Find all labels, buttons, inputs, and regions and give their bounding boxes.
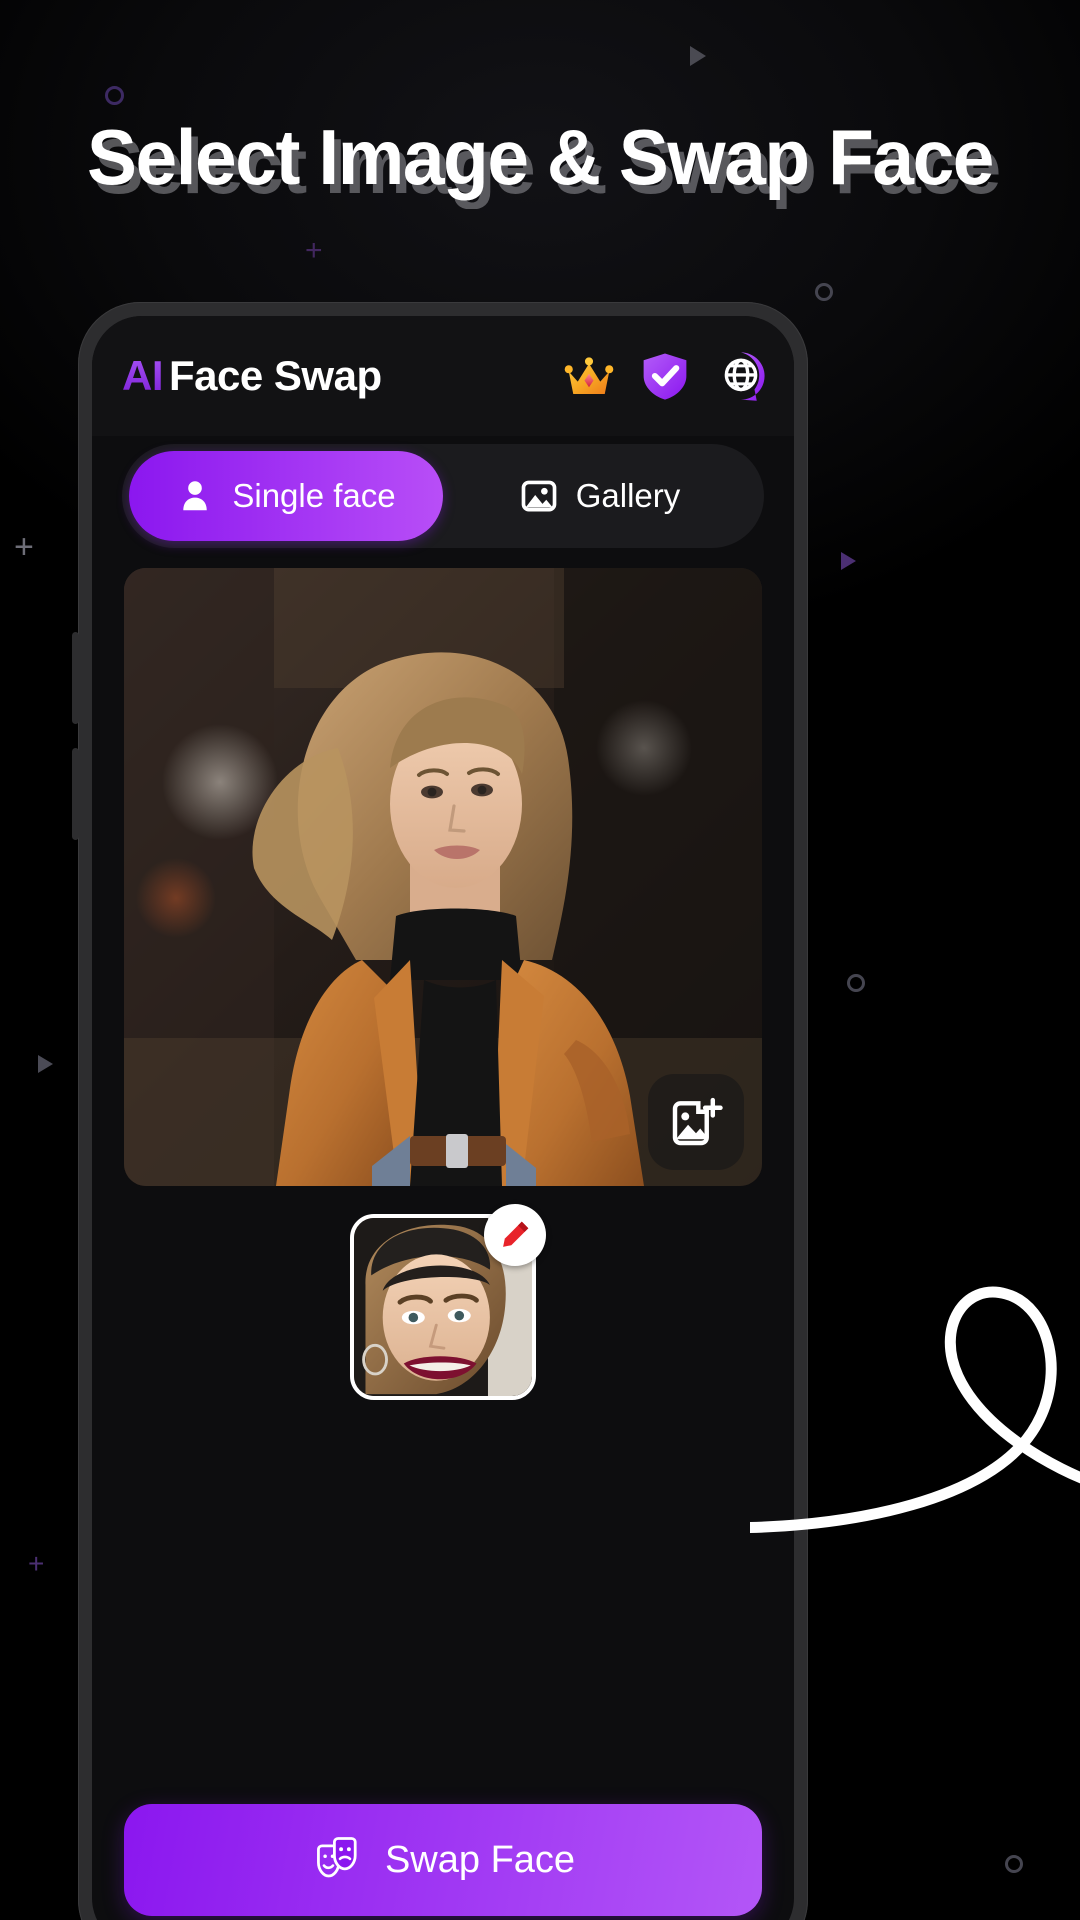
pencil-icon: [503, 1221, 529, 1247]
promo-screenshot: + + + + Select Image & Swap Face AIFace …: [0, 0, 1080, 1920]
triangle-top-right: [690, 46, 706, 66]
triangle-left-lower: [38, 1055, 53, 1073]
ring-right-lower: [847, 974, 865, 992]
ring-right-upper: [815, 283, 833, 301]
page-title: Select Image & Swap Face: [86, 113, 994, 201]
swap-face-label: Swap Face: [384, 1838, 576, 1881]
person-icon: [183, 481, 208, 511]
crown-icon[interactable]: [562, 349, 616, 403]
edit-face-badge[interactable]: [484, 1204, 546, 1266]
triangle-right-mid: [841, 552, 856, 570]
phone-screen: AI Face Swap Single face Gallery Swap Fa…: [92, 316, 794, 1920]
plus-left-bottom: +: [28, 1548, 45, 1579]
swap-face-button[interactable]: Swap Face: [124, 1804, 762, 1916]
ring-bottom-right: [1005, 1855, 1023, 1873]
tab-gallery-label: Gallery: [575, 477, 681, 514]
shield-check-icon[interactable]: [638, 349, 692, 403]
tab-single-face[interactable]: Single face: [129, 451, 443, 541]
plus-upper-left: +: [305, 234, 323, 267]
app-header: AI Face Swap: [92, 316, 794, 436]
mode-tabbar: Single face Gallery: [122, 444, 764, 548]
language-globe-icon[interactable]: [714, 349, 768, 403]
ring-small-top-left: [105, 86, 124, 105]
app-logo-title: AI Face Swap: [122, 352, 382, 400]
phone-mockup: AI Face Swap Single face Gallery Swap Fa…: [72, 302, 808, 1920]
add-image-icon: [672, 1097, 723, 1146]
app-logo-rest: Face Swap: [169, 352, 382, 399]
app-logo-ai: AI: [122, 352, 164, 399]
phone-button-volume-up: [72, 632, 79, 724]
theater-masks-icon: [316, 1837, 357, 1878]
tab-single-face-label: Single face: [232, 477, 396, 514]
header-actions: [562, 349, 768, 403]
source-image-preview[interactable]: [124, 568, 762, 1186]
tab-gallery[interactable]: Gallery: [443, 451, 757, 541]
add-photo-button[interactable]: [648, 1074, 744, 1170]
image-icon: [521, 480, 557, 512]
plus-left-mid: +: [14, 528, 34, 566]
phone-button-volume-down: [72, 748, 79, 840]
